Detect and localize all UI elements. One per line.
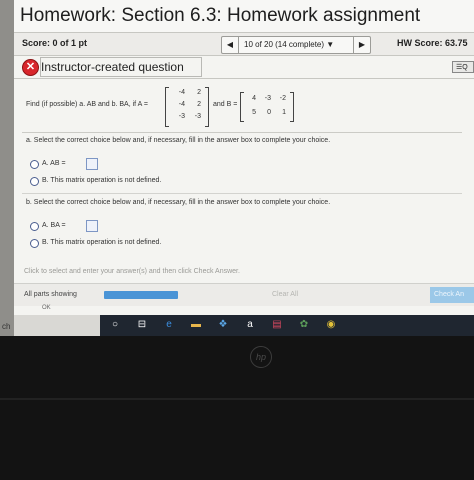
- part-b-radio-a[interactable]: [30, 222, 39, 231]
- matrix-b-right-bracket: [290, 92, 294, 122]
- amazon-icon[interactable]: a: [243, 318, 257, 332]
- matrix-a-cell: 2: [197, 101, 201, 108]
- question-title: Instructor-created question: [41, 60, 184, 74]
- matrix-b-cell: -3: [264, 95, 271, 102]
- question-menu-label: Q: [462, 64, 468, 71]
- all-parts-showing-label: All parts showing: [24, 291, 77, 298]
- start-icon[interactable]: ○: [108, 318, 122, 332]
- problem-statement: Find (if possible) a. AB and b. BA, if A…: [14, 80, 474, 132]
- matrix-b-cell: 5: [252, 109, 256, 116]
- incorrect-x-icon: ✕: [22, 59, 39, 76]
- store-icon[interactable]: ▤: [270, 318, 284, 332]
- part-a-choice-a-label: A. AB =: [42, 160, 66, 167]
- part-b-question: b. Select the correct choice below and, …: [26, 199, 331, 206]
- matrix-a-cell: -4: [178, 89, 185, 96]
- matrix-b-cell: 4: [252, 95, 256, 102]
- divider: [22, 193, 462, 194]
- matrix-a: -4 2 -4 2 -3 -3: [165, 87, 209, 127]
- check-answer-button[interactable]: Check An: [430, 287, 474, 303]
- matrix-b: 4 -3 -2 5 0 1: [240, 92, 294, 122]
- matrix-a-cell: -4: [178, 101, 185, 108]
- laptop-hinge: [0, 398, 474, 400]
- matrix-b-cell: -2: [279, 95, 286, 102]
- next-question-button[interactable]: ▶: [353, 37, 370, 53]
- question-header: ✕ Instructor-created question ☰Q: [14, 56, 474, 79]
- problem-prefix: Find (if possible) a. AB and b. BA, if A…: [26, 101, 148, 108]
- part-a-radio-b[interactable]: [30, 177, 39, 186]
- score-bar: Score: 0 of 1 pt ◀ 10 of 20 (14 complete…: [14, 33, 474, 56]
- question-navigator: ◀ 10 of 20 (14 complete) ▼ ▶: [221, 36, 371, 54]
- background-window-text: ch: [2, 322, 11, 331]
- instruction-hint: Click to select and enter your answer(s)…: [24, 268, 240, 275]
- problem-and-b: and B =: [213, 101, 238, 108]
- matrix-a-left-bracket: [165, 87, 169, 127]
- laptop-screen: ch Homework: Section 6.3: Homework assig…: [0, 0, 474, 336]
- laptop-bezel: [0, 336, 474, 480]
- divider: [22, 132, 462, 133]
- background-window-strip: ch: [0, 0, 14, 336]
- matrix-a-cell: -3: [178, 113, 185, 120]
- taskbar: ○ ⊟ e ▬ ❖ a ▤ ✿ ◉: [100, 315, 474, 336]
- part-a-radio-a[interactable]: [30, 160, 39, 169]
- task-view-icon[interactable]: ⊟: [135, 318, 149, 332]
- matrix-a-cell: -3: [194, 113, 201, 120]
- previous-question-button[interactable]: ◀: [222, 37, 239, 53]
- ba-answer-box[interactable]: [86, 220, 98, 232]
- clear-all-button[interactable]: Clear All: [272, 291, 298, 298]
- part-a-choice-b-label: B. This matrix operation is not defined.: [42, 177, 162, 184]
- ab-answer-box[interactable]: [86, 158, 98, 170]
- part-b-choice-b-label: B. This matrix operation is not defined.: [42, 239, 162, 246]
- title-bar: Homework: Section 6.3: Homework assignme…: [14, 0, 474, 33]
- page-title: Homework: Section 6.3: Homework assignme…: [20, 5, 421, 26]
- matrix-a-cell: 2: [197, 89, 201, 96]
- part-b-choice-a-label: A. BA =: [42, 222, 66, 229]
- hw-score: HW Score: 63.75: [397, 38, 468, 48]
- chrome-icon[interactable]: ◉: [324, 318, 338, 332]
- edge-icon[interactable]: e: [162, 318, 176, 332]
- matrix-b-cell: 0: [267, 109, 271, 116]
- question-menu-button[interactable]: ☰Q: [452, 61, 474, 73]
- hp-logo: hp: [250, 346, 272, 368]
- bottom-bar: All parts showing Clear All Check An: [14, 283, 474, 306]
- question-selector[interactable]: 10 of 20 (14 complete) ▼: [244, 40, 334, 49]
- homework-window: Homework: Section 6.3: Homework assignme…: [14, 0, 474, 315]
- matrix-b-cell: 1: [282, 109, 286, 116]
- parts-progress-bar: [104, 291, 178, 299]
- dropbox-icon[interactable]: ❖: [216, 318, 230, 332]
- question-score: Score: 0 of 1 pt: [22, 38, 88, 48]
- file-explorer-icon[interactable]: ▬: [189, 318, 203, 332]
- part-a-question: a. Select the correct choice below and, …: [26, 137, 331, 144]
- ok-button[interactable]: OK: [42, 305, 51, 311]
- matrix-a-right-bracket: [205, 87, 209, 127]
- photos-icon[interactable]: ✿: [297, 318, 311, 332]
- part-b-radio-b[interactable]: [30, 239, 39, 248]
